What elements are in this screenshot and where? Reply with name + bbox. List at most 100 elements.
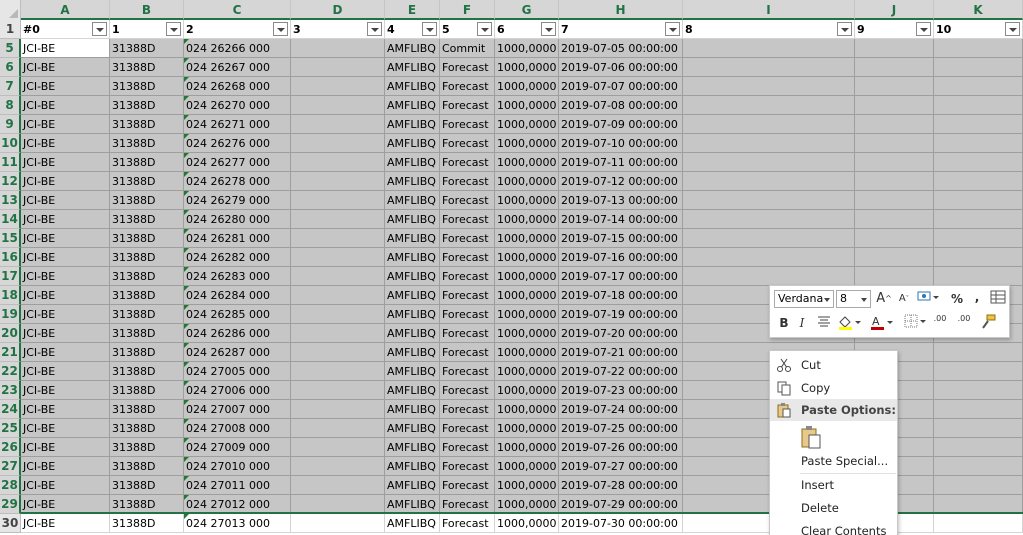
cell-e[interactable]: AMFLIBQ (385, 248, 440, 267)
column-header-i[interactable]: I (683, 0, 855, 20)
cell-e[interactable]: AMFLIBQ (385, 172, 440, 191)
cell-b[interactable]: 31388D (110, 457, 184, 476)
cell-a[interactable]: JCI-BE (21, 495, 110, 514)
cell-a[interactable]: JCI-BE (21, 210, 110, 229)
row-header[interactable]: 11 (0, 153, 21, 172)
cell-j[interactable] (855, 58, 934, 77)
row-header[interactable]: 16 (0, 248, 21, 267)
cell-g[interactable]: 1000,0000 (495, 248, 559, 267)
cell-g[interactable]: 1000,0000 (495, 39, 559, 58)
cell-f[interactable]: Forecast (440, 514, 495, 533)
cell-f[interactable]: Forecast (440, 191, 495, 210)
cell-k[interactable] (934, 115, 1023, 134)
filter-dropdown-icon[interactable] (166, 22, 181, 36)
cell-a[interactable]: JCI-BE (21, 419, 110, 438)
cell-j[interactable] (855, 172, 934, 191)
cell-a[interactable]: JCI-BE (21, 229, 110, 248)
row-header[interactable]: 15 (0, 229, 21, 248)
cell-j[interactable] (855, 229, 934, 248)
cell-e[interactable]: AMFLIBQ (385, 438, 440, 457)
cell-e[interactable]: AMFLIBQ (385, 400, 440, 419)
cell-g[interactable]: 1000,0000 (495, 362, 559, 381)
cell-e[interactable]: AMFLIBQ (385, 58, 440, 77)
borders-button[interactable] (902, 314, 928, 332)
cell-b[interactable]: 31388D (110, 438, 184, 457)
cell-a[interactable]: JCI-BE (21, 248, 110, 267)
cell-d[interactable] (291, 229, 385, 248)
cell-k[interactable] (934, 419, 1023, 438)
cell-j[interactable] (855, 96, 934, 115)
cell-e[interactable]: AMFLIBQ (385, 324, 440, 343)
cell-f[interactable]: Forecast (440, 381, 495, 400)
menu-item-copy[interactable]: Copy (770, 377, 897, 399)
cell-g[interactable]: 1000,0000 (495, 96, 559, 115)
cell-a[interactable]: JCI-BE (21, 267, 110, 286)
cell-c[interactable]: 024 26278 000 (184, 172, 291, 191)
cell-f[interactable]: Forecast (440, 286, 495, 305)
column-header-k[interactable]: K (934, 0, 1023, 20)
cell-c[interactable]: 024 26279 000 (184, 191, 291, 210)
cell-i[interactable] (683, 96, 855, 115)
row-header[interactable]: 26 (0, 438, 21, 457)
cell-a[interactable]: #0 (21, 20, 110, 39)
cell-f[interactable]: Forecast (440, 153, 495, 172)
filter-dropdown-icon[interactable] (273, 22, 288, 36)
cell-g[interactable]: 1000,0000 (495, 343, 559, 362)
cell-d[interactable] (291, 134, 385, 153)
cell-b[interactable]: 31388D (110, 210, 184, 229)
cell-b[interactable]: 31388D (110, 134, 184, 153)
cell-d[interactable] (291, 248, 385, 267)
cell-h[interactable]: 2019-07-29 00:00:00 (559, 495, 683, 514)
fill-color-button[interactable] (836, 314, 862, 332)
cell-k[interactable] (934, 343, 1023, 362)
cell-f[interactable]: Commit (440, 39, 495, 58)
cell-b[interactable]: 31388D (110, 96, 184, 115)
cell-j[interactable] (855, 134, 934, 153)
cell-g[interactable]: 1000,0000 (495, 381, 559, 400)
cell-b[interactable]: 31388D (110, 419, 184, 438)
cell-g[interactable]: 1000,0000 (495, 77, 559, 96)
cell-c[interactable]: 024 26280 000 (184, 210, 291, 229)
cell-j[interactable] (855, 77, 934, 96)
cell-a[interactable]: JCI-BE (21, 39, 110, 58)
cell-f[interactable]: Forecast (440, 134, 495, 153)
cell-b[interactable]: 31388D (110, 324, 184, 343)
column-header-e[interactable]: E (385, 0, 440, 20)
cell-g[interactable]: 1000,0000 (495, 514, 559, 533)
row-header[interactable]: 29 (0, 495, 21, 514)
cell-e[interactable]: AMFLIBQ (385, 286, 440, 305)
menu-item-clear-contents[interactable]: Clear Contents (770, 520, 897, 535)
decrease-font-button[interactable]: Aˇ (894, 290, 914, 308)
cell-b[interactable]: 31388D (110, 305, 184, 324)
cell-f[interactable]: Forecast (440, 343, 495, 362)
cell-d[interactable] (291, 343, 385, 362)
cell-h[interactable]: 2019-07-19 00:00:00 (559, 305, 683, 324)
cell-e[interactable]: AMFLIBQ (385, 419, 440, 438)
cell-h[interactable]: 2019-07-07 00:00:00 (559, 77, 683, 96)
cell-h[interactable]: 2019-07-08 00:00:00 (559, 96, 683, 115)
cell-e[interactable]: AMFLIBQ (385, 381, 440, 400)
column-header-g[interactable]: G (495, 0, 559, 20)
cell-c[interactable]: 024 26281 000 (184, 229, 291, 248)
menu-item-insert[interactable]: Insert (770, 474, 897, 496)
cell-b[interactable]: 31388D (110, 58, 184, 77)
cell-a[interactable]: JCI-BE (21, 381, 110, 400)
row-header[interactable]: 19 (0, 305, 21, 324)
cell-e[interactable]: AMFLIBQ (385, 134, 440, 153)
percent-style-button[interactable]: % (947, 290, 967, 308)
cell-c[interactable]: 024 27011 000 (184, 476, 291, 495)
cell-h[interactable]: 2019-07-12 00:00:00 (559, 172, 683, 191)
cell-h[interactable]: 2019-07-16 00:00:00 (559, 248, 683, 267)
cell-a[interactable]: JCI-BE (21, 96, 110, 115)
cell-e[interactable]: AMFLIBQ (385, 39, 440, 58)
row-header[interactable]: 17 (0, 267, 21, 286)
cell-h[interactable]: 2019-07-09 00:00:00 (559, 115, 683, 134)
cell-g[interactable]: 1000,0000 (495, 191, 559, 210)
cell-f[interactable]: Forecast (440, 324, 495, 343)
cell-b[interactable]: 31388D (110, 400, 184, 419)
cell-c[interactable]: 024 27010 000 (184, 457, 291, 476)
cell-e[interactable]: AMFLIBQ (385, 305, 440, 324)
cell-e[interactable]: AMFLIBQ (385, 267, 440, 286)
cell-e[interactable]: AMFLIBQ (385, 457, 440, 476)
cell-f[interactable]: Forecast (440, 229, 495, 248)
